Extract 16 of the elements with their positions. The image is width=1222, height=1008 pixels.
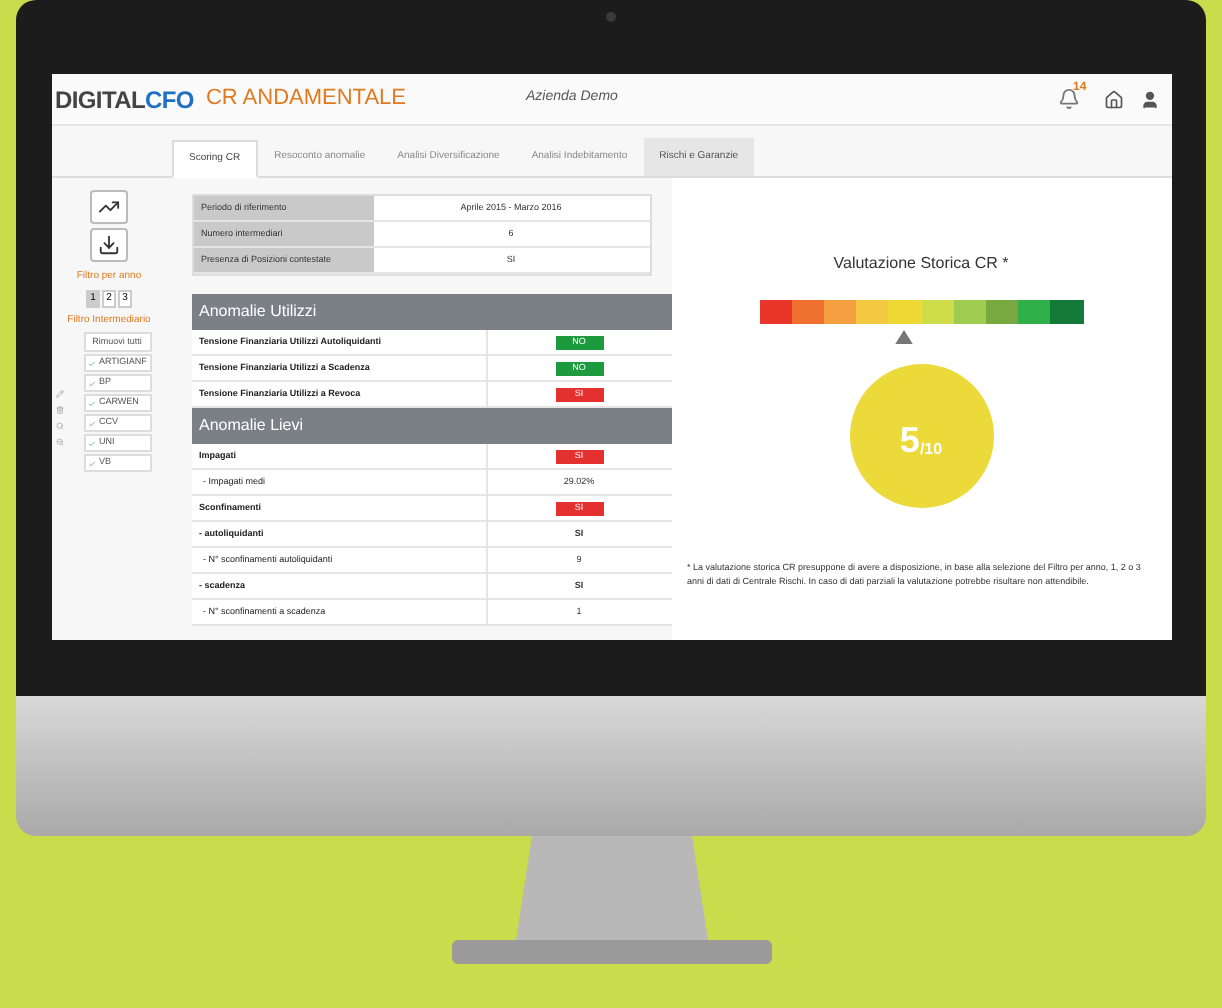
module-title: CR ANDAMENTALE bbox=[205, 84, 406, 115]
logo-text: DIGITAL bbox=[55, 83, 146, 117]
camera-icon bbox=[606, 12, 616, 22]
score-value: 5 bbox=[899, 422, 920, 458]
download-icon bbox=[98, 234, 120, 256]
home-icon[interactable] bbox=[1103, 89, 1123, 109]
download-button[interactable] bbox=[90, 228, 128, 262]
notifications-icon[interactable] bbox=[1057, 88, 1079, 110]
user-icon[interactable] bbox=[1139, 89, 1159, 109]
logo-text: CFO bbox=[145, 83, 194, 117]
chart-button[interactable] bbox=[90, 190, 128, 224]
section-header: Anomalie Utilizzi bbox=[191, 294, 671, 330]
score-max: /10 bbox=[919, 442, 943, 458]
chart-icon bbox=[98, 196, 120, 218]
rating-title: Valutazione Storica CR * bbox=[833, 252, 1009, 276]
section-header: Anomalie Lievi bbox=[191, 408, 671, 444]
